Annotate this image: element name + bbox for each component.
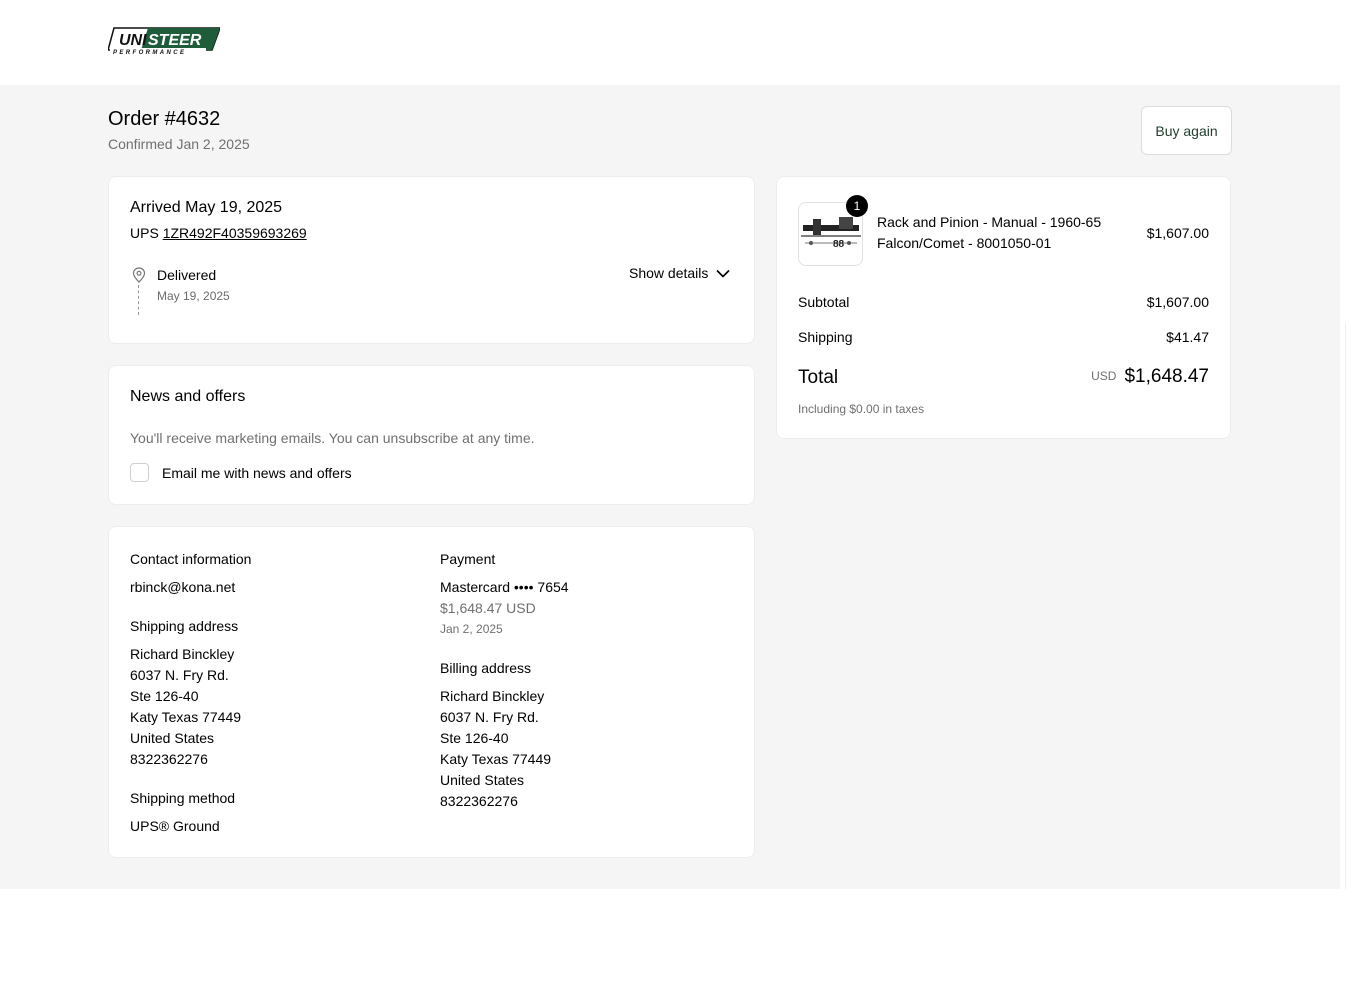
shipping-address-line: 6037 N. Fry Rd. [130, 667, 229, 683]
delivery-card: Arrived May 19, 2025 UPS 1ZR492F40359693… [108, 176, 755, 344]
news-checkbox-label[interactable]: Email me with news and offers [162, 465, 352, 481]
shipping-address-line: 8322362276 [130, 751, 208, 767]
tracking-link[interactable]: 1ZR492F40359693269 [163, 225, 307, 241]
svg-text:UNI: UNI [119, 32, 147, 49]
header: UNI STEER PERFORMANCE [0, 0, 1366, 85]
tracking-info: UPS 1ZR492F40359693269 [130, 225, 307, 241]
contact-email: rbinck@kona.net [130, 579, 236, 595]
shipping-method-value: UPS® Ground [130, 818, 220, 834]
news-card: News and offers You'll receive marketing… [108, 365, 755, 505]
order-info-card: Contact information rbinck@kona.net Ship… [108, 526, 755, 858]
carrier-name: UPS [130, 225, 159, 241]
payment-card: Mastercard •••• 7654 [440, 579, 569, 595]
shipping-address-line: Richard Binckley [130, 646, 235, 662]
svg-text:PERFORMANCE: PERFORMANCE [113, 50, 186, 56]
quantity-badge: 1 [846, 195, 868, 217]
payment-date: Jan 2, 2025 [440, 622, 503, 636]
info-left-column: Contact information rbinck@kona.net Ship… [130, 549, 251, 855]
show-details-label: Show details [629, 265, 709, 281]
news-title: News and offers [130, 388, 246, 405]
total-amount: USD $1,648.47 [1091, 366, 1209, 388]
billing-address-line: 6037 N. Fry Rd. [440, 709, 539, 725]
svg-text:88: 88 [833, 239, 845, 250]
news-checkbox[interactable] [130, 463, 149, 482]
shipping-address-line: United States [130, 730, 215, 746]
shipping-value: $41.47 [1166, 329, 1209, 345]
shipping-address-line: Katy Texas 77449 [130, 709, 242, 725]
total-label: Total [798, 367, 839, 388]
delivery-status-date: May 19, 2025 [157, 289, 230, 303]
info-right-column: Payment Mastercard •••• 7654 $1,648.47 U… [440, 549, 569, 830]
payment-amount: $1,648.47 USD [440, 600, 536, 616]
buy-again-button[interactable]: Buy again [1141, 106, 1232, 155]
total-value: $1,648.47 [1124, 366, 1209, 387]
show-details-toggle[interactable]: Show details [629, 265, 730, 281]
chevron-down-icon [716, 269, 730, 278]
order-title: Order #4632 [108, 108, 221, 130]
unisteer-logo[interactable]: UNI STEER PERFORMANCE [108, 26, 220, 56]
billing-address-heading: Billing address [440, 660, 532, 676]
order-summary-card: 88 1 Rack and Pinion - Manual - 1960-65 … [776, 176, 1231, 439]
shipping-address-line: Ste 126-40 [130, 688, 199, 704]
svg-text:STEER: STEER [148, 32, 202, 49]
billing-address-line: Katy Texas 77449 [440, 751, 552, 767]
contact-heading: Contact information [130, 551, 252, 567]
arrival-heading: Arrived May 19, 2025 [130, 199, 283, 216]
payment-heading: Payment [440, 551, 496, 567]
billing-address-line: 8322362276 [440, 793, 518, 809]
edge [1340, 85, 1345, 323]
location-pin-icon [132, 267, 146, 283]
subtotal-label: Subtotal [798, 294, 850, 310]
edge [1345, 323, 1366, 889]
order-confirmed-date: Confirmed Jan 2, 2025 [108, 136, 250, 152]
shipping-method-heading: Shipping method [130, 790, 236, 806]
product-name: Rack and Pinion - Manual - 1960-65 Falco… [877, 214, 1102, 251]
taxes-note: Including $0.00 in taxes [798, 402, 925, 416]
delivery-status: Delivered [157, 267, 217, 283]
total-currency: USD [1091, 369, 1117, 383]
shipping-address-heading: Shipping address [130, 618, 239, 634]
billing-address-line: United States [440, 772, 525, 788]
shipping-label: Shipping [798, 329, 853, 345]
billing-address-line: Richard Binckley [440, 688, 545, 704]
subtotal-value: $1,607.00 [1146, 294, 1209, 310]
product-price: $1,607.00 [1146, 225, 1209, 241]
news-description: You'll receive marketing emails. You can… [130, 430, 535, 446]
timeline-line [138, 285, 139, 315]
billing-address-line: Ste 126-40 [440, 730, 509, 746]
